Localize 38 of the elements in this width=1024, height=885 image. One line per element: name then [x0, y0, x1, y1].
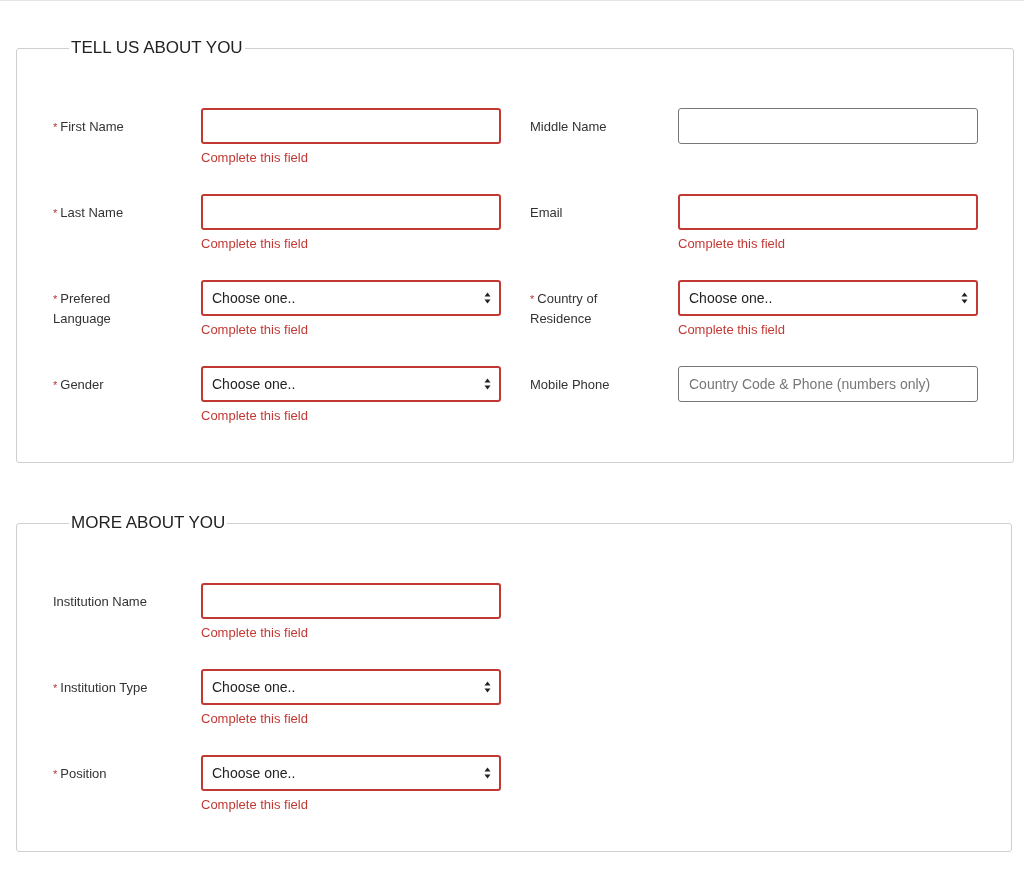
error-message: Complete this field: [201, 624, 309, 641]
up-down-arrows-icon: [484, 292, 491, 304]
field-label: Mobile Phone: [530, 376, 611, 394]
error-message: Complete this field: [201, 407, 309, 424]
error-message: Complete this field: [678, 321, 786, 338]
field-label: Institution Name: [53, 593, 148, 611]
text-input-field[interactable]: [201, 108, 501, 144]
field-label: * Last Name: [53, 204, 125, 222]
select-field[interactable]: Choose one..: [201, 755, 501, 791]
field-label: * First Name: [53, 118, 125, 136]
error-message: Complete this field: [201, 235, 309, 252]
error-message: Complete this field: [201, 796, 309, 813]
field-label: Middle Name: [530, 118, 608, 136]
field-label: * Gender: [53, 376, 105, 394]
select-field[interactable]: Choose one..: [201, 669, 501, 705]
section-title: TELL US ABOUT YOU: [70, 38, 244, 58]
field-label: * Position: [53, 765, 108, 783]
section-title: MORE ABOUT YOU: [70, 513, 227, 533]
text-input-field[interactable]: [678, 194, 978, 230]
up-down-arrows-icon: [484, 681, 491, 693]
field-label: * Prefered Language: [53, 290, 112, 328]
error-message: Complete this field: [201, 321, 309, 338]
field-label: * Country of Residence: [530, 290, 599, 328]
field-label: Email: [530, 204, 564, 222]
error-message: Complete this field: [201, 149, 309, 166]
select-field[interactable]: Choose one..: [201, 366, 501, 402]
text-input-field[interactable]: [678, 108, 978, 144]
text-input-field[interactable]: [201, 583, 501, 619]
text-input-field[interactable]: Country Code & Phone (numbers only): [678, 366, 978, 402]
up-down-arrows-icon: [484, 378, 491, 390]
up-down-arrows-icon: [484, 767, 491, 779]
select-field[interactable]: Choose one..: [201, 280, 501, 316]
error-message: Complete this field: [678, 235, 786, 252]
text-input-field[interactable]: [201, 194, 501, 230]
field-label: * Institution Type: [53, 679, 149, 697]
error-message: Complete this field: [201, 710, 309, 727]
select-field[interactable]: Choose one..: [678, 280, 978, 316]
up-down-arrows-icon: [961, 292, 968, 304]
